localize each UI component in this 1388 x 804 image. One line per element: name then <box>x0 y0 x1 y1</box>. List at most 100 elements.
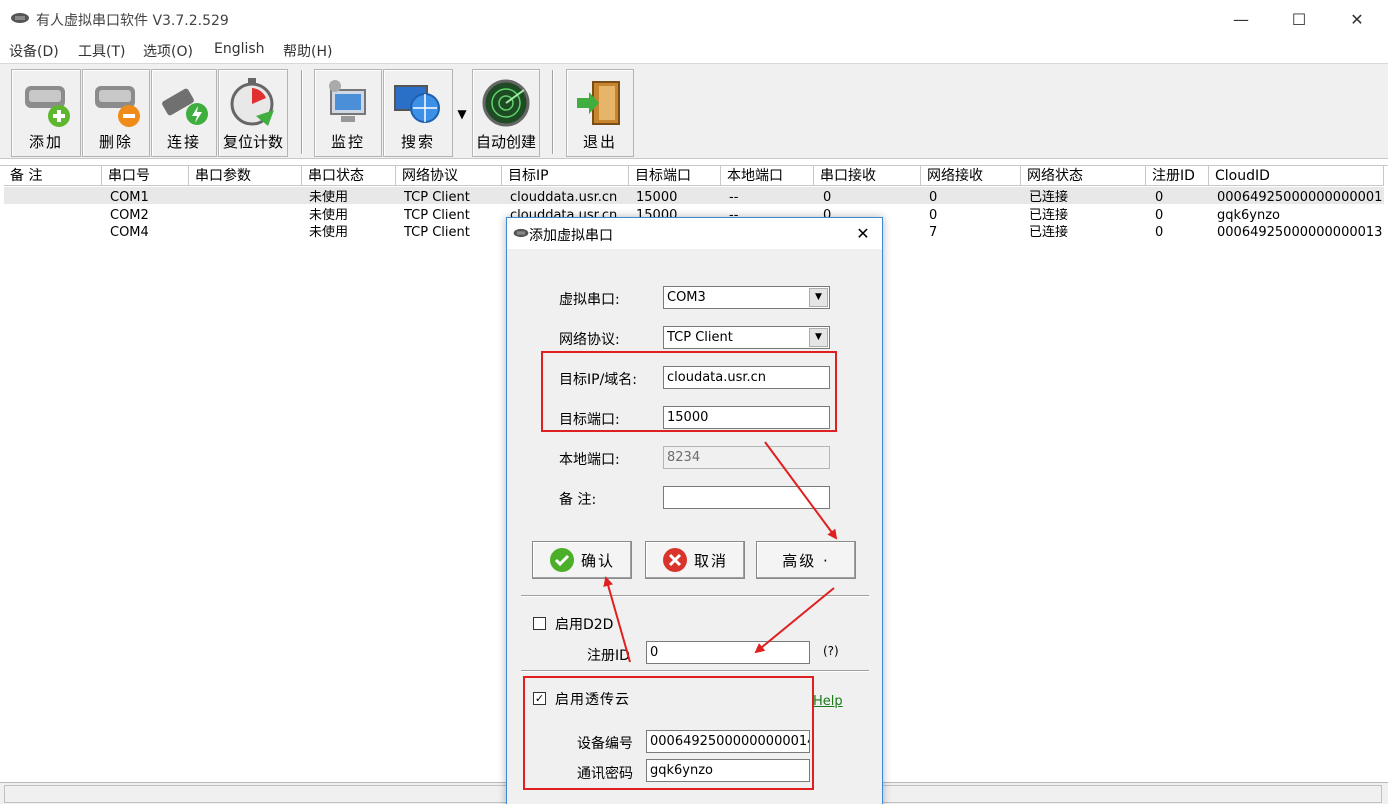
table-cell: 未使用 <box>309 225 349 240</box>
table-cell: 0 <box>1155 225 1164 240</box>
table-cell: clouddata.usr.cn <box>510 190 618 205</box>
column-header[interactable]: 目标IP <box>502 166 629 186</box>
table-cell: 0 <box>823 190 832 205</box>
table-cell: COM4 <box>110 225 149 240</box>
column-header[interactable]: 网络接收 <box>921 166 1021 186</box>
connect-label: 连接 <box>166 133 201 151</box>
menu-help[interactable]: 帮助(H) <box>283 41 332 61</box>
connect-icon <box>162 88 208 125</box>
table-cell: 0 <box>929 190 938 205</box>
auto-create-label: 自动创建 <box>475 133 536 151</box>
add-port-icon <box>25 86 70 127</box>
reg-id-input[interactable]: 0 <box>646 641 810 664</box>
remark-input[interactable] <box>663 486 830 509</box>
add-label: 添加 <box>28 133 63 151</box>
highlight-box-target <box>541 351 837 432</box>
chevron-down-icon: ▼ <box>809 328 828 347</box>
reset-count-button[interactable]: 复位计数 <box>218 69 288 157</box>
menu-options[interactable]: 选项(O) <box>143 41 193 61</box>
monitor-icon <box>329 80 366 122</box>
dialog-title: 添加虚拟串口 <box>529 228 613 244</box>
table-cell: TCP Client <box>404 190 470 205</box>
column-header[interactable]: 备 注 <box>4 166 102 186</box>
table-cell: 0 <box>1155 208 1164 223</box>
table-row-selected[interactable] <box>4 187 1384 204</box>
add-button[interactable]: 添加 <box>11 69 81 157</box>
virtual-port-select[interactable]: COM3 ▼ <box>663 286 830 309</box>
table-cell: COM1 <box>110 190 149 205</box>
cancel-button[interactable]: 取消 <box>645 541 745 579</box>
dialog-title-bar: 添加虚拟串口 ✕ <box>507 218 882 249</box>
column-header[interactable]: 目标端口 <box>629 166 721 186</box>
table-cell: 15000 <box>636 190 678 205</box>
highlight-box-cloud <box>523 676 814 790</box>
column-header[interactable]: 串口参数 <box>189 166 302 186</box>
menu-english[interactable]: English <box>214 41 265 57</box>
auto-create-button[interactable]: 自动创建 <box>472 69 540 157</box>
table-cell: 0 <box>1155 190 1164 205</box>
table-cell: 00064925000000000001 <box>1217 190 1383 205</box>
protocol-label: 网络协议: <box>559 332 620 348</box>
add-virtual-port-dialog: 添加虚拟串口 ✕ 虚拟串口: COM3 ▼ 网络协议: TCP Client ▼… <box>506 217 883 804</box>
table-cell: 已连接 <box>1029 190 1069 205</box>
reg-id-label: 注册ID <box>587 648 630 664</box>
chevron-down-icon: ▼ <box>809 288 828 307</box>
app-icon <box>513 228 529 238</box>
reg-id-help[interactable]: (?) <box>823 644 839 658</box>
minimize-button[interactable]: — <box>1218 0 1264 38</box>
ok-button[interactable]: 确认 <box>532 541 632 579</box>
table-cell: TCP Client <box>404 208 470 223</box>
table-cell: TCP Client <box>404 225 470 240</box>
table-cell: 未使用 <box>309 208 349 223</box>
stopwatch-icon <box>230 78 274 126</box>
search-button[interactable]: 搜索 <box>383 69 453 157</box>
protocol-select[interactable]: TCP Client ▼ <box>663 326 830 349</box>
advanced-button[interactable]: 高级 · <box>756 541 856 579</box>
d2d-label: 启用D2D <box>555 617 614 633</box>
column-header[interactable]: 串口接收 <box>814 166 921 186</box>
column-header[interactable]: 串口状态 <box>302 166 396 186</box>
help-link[interactable]: Help <box>813 694 843 709</box>
exit-door-icon <box>577 81 620 125</box>
menu-bar: 设备(D) 工具(T) 选项(O) English 帮助(H) <box>0 38 1388 62</box>
toolbar-separator <box>301 70 303 154</box>
divider <box>521 595 869 597</box>
delete-label: 删除 <box>98 133 133 151</box>
table-cell: clouddata.usr.cn <box>510 208 618 217</box>
table-cell: 已连接 <box>1029 225 1069 240</box>
table-cell: 0 <box>929 208 938 223</box>
dialog-close-button[interactable]: ✕ <box>848 222 878 246</box>
connect-button[interactable]: 连接 <box>151 69 217 157</box>
menu-device[interactable]: 设备(D) <box>9 41 59 61</box>
table-cell: 15000 <box>636 208 678 217</box>
title-bar: 有人虚拟串口软件 V3.7.2.529 — ☐ ✕ <box>0 0 1388 38</box>
column-header[interactable]: 注册ID <box>1146 166 1209 186</box>
column-header[interactable]: CloudID <box>1209 166 1384 186</box>
column-header[interactable]: 网络协议 <box>396 166 502 186</box>
exit-button[interactable]: 退出 <box>566 69 634 157</box>
monitor-button[interactable]: 监控 <box>314 69 382 157</box>
virtual-port-label: 虚拟串口: <box>559 292 620 308</box>
monitor-label: 监控 <box>330 133 365 151</box>
delete-port-icon <box>95 86 140 127</box>
reset-count-label: 复位计数 <box>222 133 283 151</box>
delete-button[interactable]: 删除 <box>82 69 150 157</box>
close-button[interactable]: ✕ <box>1334 0 1380 38</box>
search-dropdown-arrow[interactable]: ▼ <box>453 72 471 156</box>
menu-tools[interactable]: 工具(T) <box>78 41 125 61</box>
toolbar: 添加 删除 连接 复位计数 监控 搜索 ▼ 自动创建 退出 <box>0 63 1388 159</box>
toolbar-separator <box>552 70 554 154</box>
cancel-icon <box>662 548 687 572</box>
exit-label: 退出 <box>582 133 617 151</box>
maximize-button[interactable]: ☐ <box>1276 0 1322 38</box>
table-cell: 7 <box>929 225 938 240</box>
divider <box>521 670 869 672</box>
app-icon <box>11 13 29 23</box>
column-header[interactable]: 网络状态 <box>1021 166 1146 186</box>
column-header[interactable]: 串口号 <box>102 166 189 186</box>
table-cell: gqk6ynzo <box>1217 208 1281 223</box>
table-cell: COM2 <box>110 208 149 223</box>
window-title: 有人虚拟串口软件 V3.7.2.529 <box>36 13 229 29</box>
column-header[interactable]: 本地端口 <box>721 166 814 186</box>
d2d-checkbox[interactable] <box>533 617 546 630</box>
